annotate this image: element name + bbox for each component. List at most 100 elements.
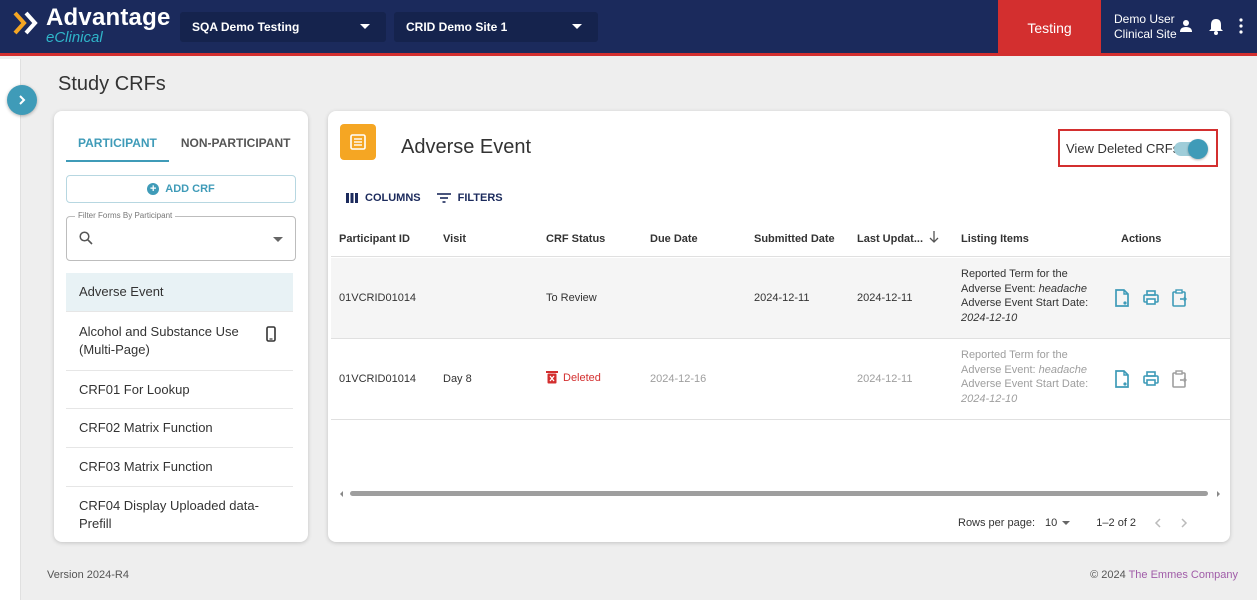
expand-sidebar-button[interactable] bbox=[7, 85, 37, 115]
listing-start-label: Adverse Event Start Date: bbox=[961, 378, 1089, 390]
tab-participant[interactable]: PARTICIPANT bbox=[66, 129, 169, 162]
form-list-icon bbox=[340, 124, 376, 160]
columns-button[interactable]: COLUMNS bbox=[346, 192, 421, 204]
form-title: Adverse Event bbox=[401, 136, 532, 158]
cell-listing-items: Reported Term for the Adverse Event: hea… bbox=[961, 267, 1101, 325]
form-item-crf03[interactable]: CRF03 Matrix Function bbox=[66, 448, 293, 487]
listing-start-label: Adverse Event Start Date: bbox=[961, 297, 1089, 309]
forms-panel: PARTICIPANT NON-PARTICIPANT + ADD CRF Fi… bbox=[54, 111, 308, 542]
chevron-down-icon[interactable] bbox=[273, 237, 283, 242]
user-name: Demo User bbox=[1114, 12, 1175, 26]
cell-due-date: 2024-12-16 bbox=[650, 373, 707, 385]
col-visit[interactable]: Visit bbox=[443, 233, 466, 245]
print-icon[interactable] bbox=[1143, 370, 1159, 388]
cell-listing-items: Reported Term for the Adverse Event: hea… bbox=[961, 348, 1101, 406]
col-submitted-date[interactable]: Submitted Date bbox=[754, 233, 835, 245]
mobile-icon bbox=[266, 326, 276, 347]
crf-listing-panel: Adverse Event View Deleted CRFs COLUMNS … bbox=[328, 111, 1230, 542]
study-select[interactable]: SQA Demo Testing bbox=[180, 12, 386, 42]
col-last-updated[interactable]: Last Updat... bbox=[857, 233, 923, 245]
form-item-label: CRF03 Matrix Function bbox=[79, 459, 213, 474]
pagination-range: 1–2 of 2 bbox=[1096, 517, 1137, 529]
add-crf-label: ADD CRF bbox=[165, 183, 215, 195]
form-item-alcohol-substance[interactable]: Alcohol and Substance Use (Multi-Page) bbox=[66, 312, 293, 371]
next-page-button[interactable] bbox=[1180, 515, 1188, 531]
page-title: Study CRFs bbox=[58, 73, 166, 95]
participant-filter-input[interactable]: Filter Forms By Participant bbox=[66, 211, 296, 261]
col-participant-id[interactable]: Participant ID bbox=[339, 233, 410, 245]
toggle-knob bbox=[1188, 139, 1208, 159]
logo-chevrons-icon bbox=[12, 10, 42, 36]
form-item-label: CRF01 For Lookup bbox=[79, 381, 190, 397]
top-bar: Advantage eClinical SQA Demo Testing CRI… bbox=[0, 0, 1257, 56]
rows-per-page-value: 10 bbox=[1045, 517, 1058, 529]
form-item-crf04[interactable]: CRF04 Display Uploaded data-Prefill bbox=[66, 487, 293, 542]
user-info: Demo User Clinical Site bbox=[1114, 12, 1177, 42]
row-actions bbox=[1114, 289, 1188, 307]
clipboard-export-icon bbox=[1172, 370, 1187, 388]
rows-per-page-select[interactable]: 10 bbox=[1045, 517, 1071, 529]
chevron-down-icon bbox=[1062, 521, 1071, 525]
search-icon bbox=[79, 231, 93, 250]
filter-label: Filter Forms By Participant bbox=[75, 211, 176, 220]
user-icon[interactable] bbox=[1179, 19, 1193, 38]
add-crf-button[interactable]: + ADD CRF bbox=[66, 175, 296, 203]
print-icon[interactable] bbox=[1143, 289, 1159, 307]
chevron-left-icon bbox=[1155, 518, 1161, 528]
cell-participant-id: 01VCRID01014 bbox=[339, 373, 417, 385]
prev-page-button[interactable] bbox=[1154, 515, 1162, 531]
rows-per-page-label: Rows per page: bbox=[958, 517, 1036, 529]
filter-icon bbox=[436, 193, 451, 203]
filters-label: FILTERS bbox=[457, 192, 503, 204]
chevron-down-icon bbox=[572, 24, 582, 29]
chevron-right-icon bbox=[1181, 518, 1188, 528]
view-document-icon[interactable] bbox=[1114, 289, 1130, 307]
environment-badge: Testing bbox=[998, 0, 1101, 56]
tab-non-participant[interactable]: NON-PARTICIPANT bbox=[169, 129, 303, 162]
view-deleted-toggle[interactable] bbox=[1174, 139, 1208, 159]
listing-term-value: headache bbox=[1038, 363, 1087, 376]
row-actions bbox=[1114, 370, 1188, 388]
cell-last-updated: 2024-12-11 bbox=[857, 292, 913, 304]
clipboard-export-icon[interactable] bbox=[1172, 289, 1188, 307]
form-item-label: CRF02 Matrix Function bbox=[79, 420, 213, 435]
listing-start-value: 2024-12-10 bbox=[961, 392, 1018, 405]
bell-icon[interactable] bbox=[1209, 17, 1223, 40]
sort-desc-icon[interactable] bbox=[929, 231, 939, 246]
company-link[interactable]: The Emmes Company bbox=[1129, 569, 1238, 581]
form-item-adverse-event[interactable]: Adverse Event bbox=[66, 273, 293, 312]
pagination: Rows per page: 10 1–2 of 2 bbox=[958, 515, 1188, 531]
scroll-left-icon[interactable] bbox=[340, 491, 343, 497]
more-vert-icon[interactable] bbox=[1238, 18, 1244, 39]
cell-visit: Day 8 bbox=[443, 373, 472, 385]
col-crf-status[interactable]: CRF Status bbox=[546, 233, 605, 245]
brand-subtitle: eClinical bbox=[46, 29, 103, 46]
footer-version: Version 2024-R4 bbox=[47, 569, 129, 581]
form-item-label: CRF04 Display Uploaded data-Prefill bbox=[79, 497, 259, 531]
table-row[interactable]: 01VCRID01014 Day 8 Deleted 2024-12-16 20… bbox=[331, 339, 1230, 420]
cell-submitted-date: 2024-12-11 bbox=[754, 292, 810, 304]
user-role: Clinical Site bbox=[1114, 27, 1177, 41]
horizontal-scrollbar[interactable] bbox=[340, 491, 1220, 497]
table-row[interactable]: 01VCRID01014 To Review 2024-12-11 2024-1… bbox=[331, 258, 1230, 339]
filters-button[interactable]: FILTERS bbox=[436, 192, 503, 204]
col-listing-items[interactable]: Listing Items bbox=[961, 233, 1029, 245]
chevron-right-icon bbox=[19, 95, 26, 105]
footer-copyright: © 2024 The Emmes Company bbox=[1090, 569, 1238, 581]
col-due-date[interactable]: Due Date bbox=[650, 233, 698, 245]
scrollbar-thumb[interactable] bbox=[350, 491, 1208, 496]
cell-crf-status: To Review bbox=[546, 292, 597, 304]
view-deleted-label: View Deleted CRFs bbox=[1066, 140, 1180, 156]
brand-name: Advantage bbox=[46, 4, 171, 31]
col-actions: Actions bbox=[1121, 233, 1162, 245]
view-document-icon[interactable] bbox=[1114, 370, 1130, 388]
form-item-label: Adverse Event bbox=[79, 284, 164, 299]
copyright-text: © 2024 bbox=[1090, 569, 1126, 581]
form-item-crf01[interactable]: CRF01 For Lookup bbox=[66, 371, 293, 409]
form-item-crf02[interactable]: CRF02 Matrix Function bbox=[66, 409, 293, 448]
status-deleted-label: Deleted bbox=[563, 371, 601, 384]
cell-last-updated: 2024-12-11 bbox=[857, 373, 913, 385]
scroll-right-icon[interactable] bbox=[1217, 491, 1220, 497]
app-logo[interactable]: Advantage eClinical bbox=[12, 6, 171, 45]
site-select[interactable]: CRID Demo Site 1 bbox=[394, 12, 598, 42]
